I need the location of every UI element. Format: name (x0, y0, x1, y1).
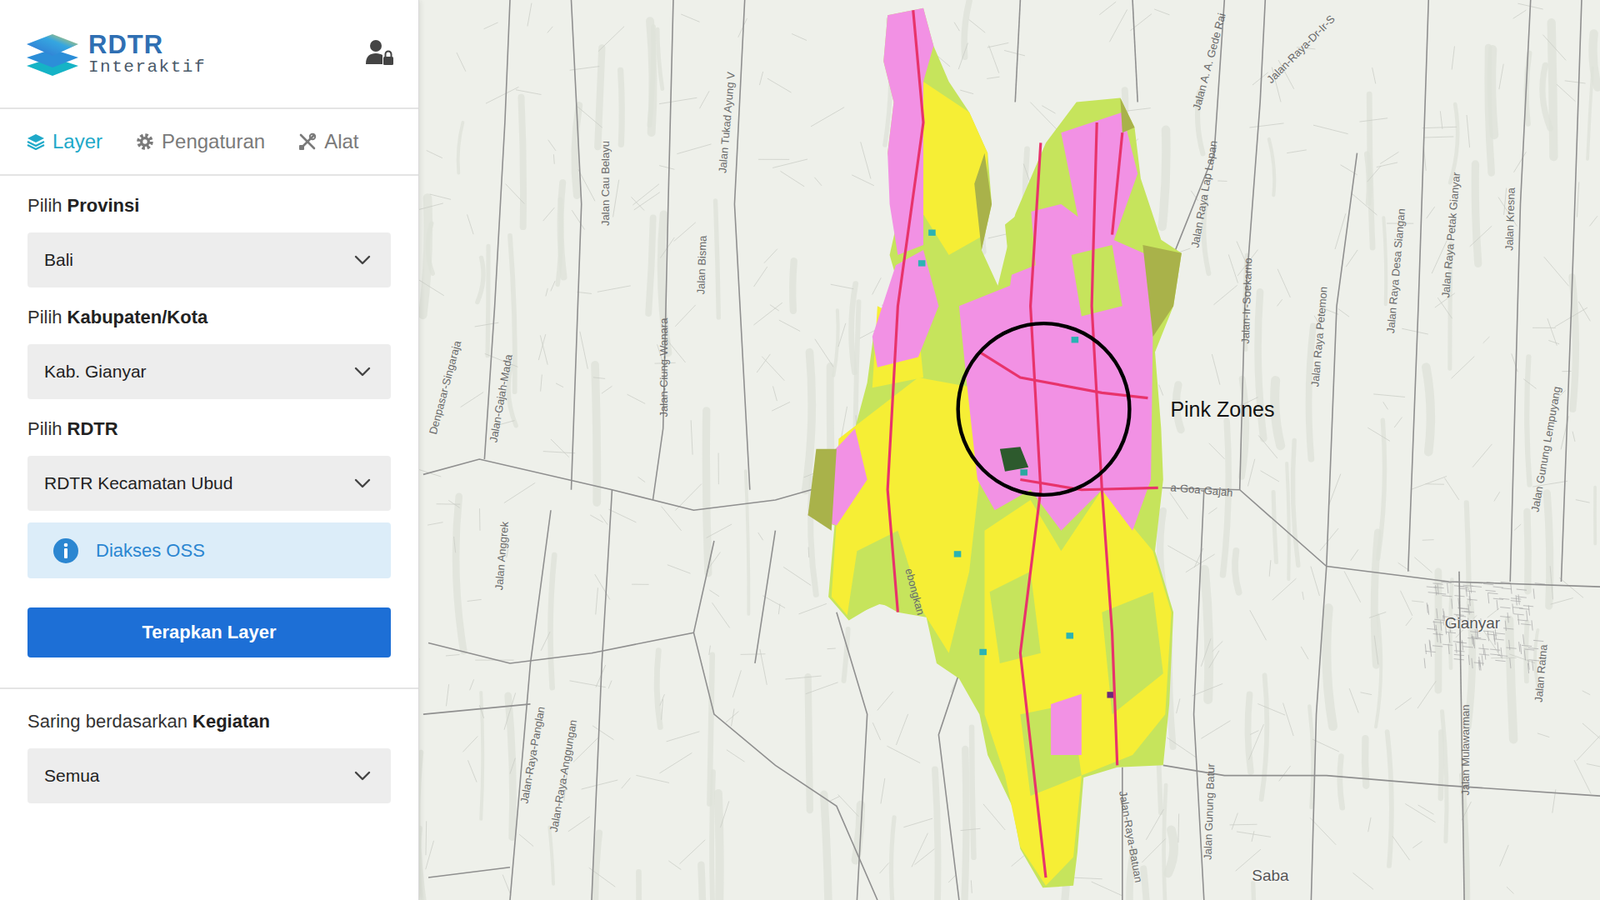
layers-icon (26, 132, 45, 151)
road-label: Denpasar-Singaraja (425, 340, 463, 437)
field-label-prefix: Pilih (27, 418, 63, 440)
chevron-down-icon (354, 770, 371, 781)
place-label: Saba (1251, 866, 1289, 885)
road-label: Jalan Bisma (694, 235, 709, 295)
logo-title: RDTR (88, 31, 206, 58)
dropdown[interactable]: Semua (27, 748, 391, 804)
field-label-bold: RDTR (67, 418, 119, 440)
field-label-prefix: Pilih (27, 306, 63, 328)
user-lock-icon (365, 38, 395, 67)
road-label: Jalan Mulawarman (1459, 704, 1472, 795)
field-label-bold: Kabupaten/Kota (67, 306, 209, 328)
road-label: Jalan-Raya-Batuan (1116, 790, 1145, 884)
info-icon (52, 537, 80, 565)
field-label-bold: Provinsi (67, 195, 140, 216)
dropdown[interactable]: Bali (27, 232, 391, 288)
road-label: Jalan Raya Petak Gianyar (1439, 171, 1463, 299)
annotation-label: Pink Zones (1170, 397, 1275, 422)
gear-icon (135, 132, 155, 151)
tab[interactable]: Pengaturan (135, 130, 265, 154)
tab-bar: Layer Pengaturan Alat (0, 109, 419, 176)
dropdown[interactable]: RDTR Kecamatan Ubud (27, 455, 391, 511)
field-label-prefix: Saring berdasarkan (27, 710, 188, 732)
dropdown-value: Kab. Gianyar (44, 361, 147, 382)
road-label: Jalan Kresna (1502, 187, 1518, 251)
info-text: Diakses OSS (95, 540, 205, 562)
road-label: Jalan-Raya-Dr-Ir-S (1264, 12, 1338, 86)
map-view[interactable]: Jalan Cau Belayu Jalan Tukad Ayung V Jalan… (419, 0, 1600, 900)
logo[interactable]: RDTRInteraktif (25, 29, 206, 80)
dropdown-value: RDTR Kecamatan Ubud (44, 473, 233, 494)
logo-text: RDTRInteraktif (88, 31, 206, 76)
road-label: a-Goa-Gajah (1170, 480, 1234, 499)
header: RDTRInteraktif (0, 0, 419, 110)
tab-label: Pengaturan (161, 130, 265, 154)
road-label: Jalan A. A. Gede Rai (1190, 11, 1229, 112)
layer-form: PilihProvinsiBaliPilihKabupaten/KotaKab.… (0, 175, 419, 690)
apply-layer-button[interactable]: Terapkan Layer (27, 607, 391, 658)
dropdown-value: Semua (44, 765, 100, 786)
field-label: PilihRDTR (27, 417, 391, 441)
road-label: Jalan-Raya-Anggungan (546, 718, 579, 833)
road-label: Jalan Tukad Ayung V (715, 71, 738, 175)
road-label: Jalan-Ir-Soekarno (1239, 257, 1255, 345)
dropdown[interactable]: Kab. Gianyar (27, 344, 391, 400)
tab-label: Alat (324, 130, 359, 154)
user-button[interactable] (365, 38, 395, 70)
field-label-prefix: Pilih (27, 195, 63, 216)
activity-filter: Saring berdasarkanKegiatan Semua (0, 689, 419, 820)
logo-icon (25, 29, 80, 80)
field-label: Saring berdasarkanKegiatan (27, 710, 391, 734)
field-label: PilihKabupaten/Kota (27, 305, 391, 330)
tab-label: Layer (52, 130, 103, 154)
chevron-down-icon (354, 366, 371, 377)
chevron-down-icon (354, 255, 371, 265)
zoning-map[interactable] (419, 0, 1600, 900)
dropdown-value: Bali (44, 250, 74, 270)
field-label-bold: Kegiatan (192, 710, 270, 732)
road-label: Jalan Anggrek (492, 521, 511, 591)
logo-subtitle: Interaktif (88, 58, 206, 76)
chevron-down-icon (354, 478, 371, 489)
road-label: Jalan Gunung Batur (1200, 762, 1217, 860)
tools-icon (298, 132, 317, 151)
tab[interactable]: Layer (26, 130, 103, 154)
sidebar: RDTRInteraktifLayerPengaturanAlatPilihPr… (0, 0, 420, 900)
tab[interactable]: Alat (298, 130, 359, 154)
road-label: Jalan Raya Desa Siangan (1384, 207, 1408, 334)
road-label: Jalan-Ciung-Wanara (656, 317, 670, 417)
place-label: Gianyar (1445, 614, 1501, 633)
info-banner[interactable]: Diakses OSS (27, 522, 391, 579)
road-label: Jalan Cau Belayu (598, 140, 611, 226)
field-label: PilihProvinsi (27, 194, 391, 218)
